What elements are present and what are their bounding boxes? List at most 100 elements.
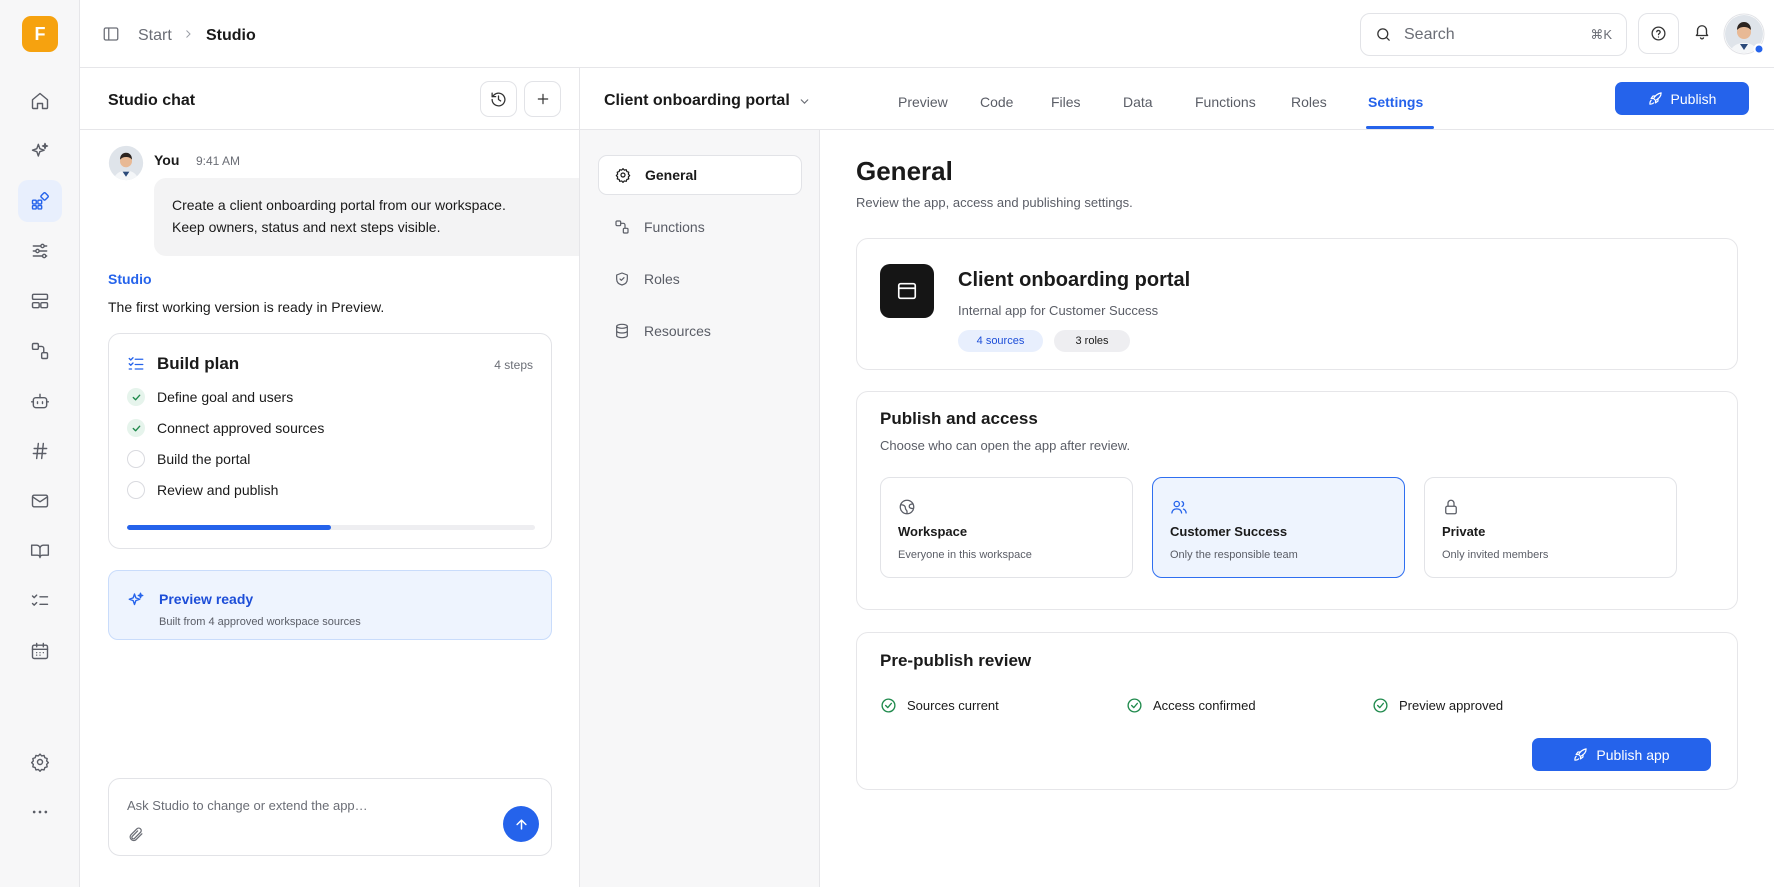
message-author: You (154, 152, 180, 168)
sources-badge[interactable]: 4 sources (958, 330, 1043, 352)
tab-roles[interactable]: Roles (1291, 94, 1327, 110)
access-option-title: Workspace (898, 524, 968, 539)
tab-files[interactable]: Files (1051, 94, 1081, 110)
plan-step: Build the portal (127, 448, 250, 470)
sliders-icon[interactable] (18, 230, 62, 272)
chat-panel: Studio chat You 9:41 AM Create a client … (80, 68, 580, 887)
access-option-title: Private (1442, 524, 1486, 539)
chevron-down-icon[interactable] (798, 95, 811, 108)
hash-icon[interactable] (18, 430, 62, 472)
gear-icon[interactable] (18, 741, 62, 783)
assistant-author: Studio (108, 271, 152, 287)
plan-progress-fill (127, 525, 331, 530)
access-option-subtitle: Everyone in this workspace (898, 549, 1032, 561)
plan-step-label: Build the portal (157, 451, 251, 467)
plan-step-label: Define goal and users (157, 389, 294, 405)
paperclip-icon[interactable] (127, 826, 144, 843)
message-time: 9:41 AM (196, 154, 241, 168)
checklist-icon[interactable] (18, 580, 62, 622)
app-description: Internal app for Customer Success (958, 303, 1159, 318)
tab-settings[interactable]: Settings (1368, 94, 1423, 110)
search-placeholder: Search (1404, 25, 1455, 43)
settings-nav-label: General (645, 167, 698, 183)
preview-ready-card[interactable]: Preview ready Built from 4 approved work… (108, 570, 552, 640)
pre-publish-review-card: Pre-publish review Sources current Acces… (856, 632, 1738, 790)
check-icon (127, 419, 145, 437)
preview-ready-title: Preview ready (159, 591, 254, 607)
home-icon[interactable] (18, 80, 62, 122)
user-avatar[interactable] (1723, 13, 1765, 55)
access-option-title: Customer Success (1170, 524, 1288, 539)
plan-step: Connect approved sources (127, 417, 324, 439)
app-switcher[interactable]: Client onboarding portal (604, 92, 790, 110)
roles-badge[interactable]: 3 roles (1054, 330, 1130, 352)
arrow-up-icon (515, 818, 527, 830)
access-option-private[interactable]: Private Only invited members (1424, 477, 1677, 578)
check-circle-icon (1126, 697, 1143, 714)
review-check-label: Access confirmed (1153, 698, 1256, 713)
plan-progress-bar (127, 525, 535, 530)
build-plan-count: 4 steps (494, 358, 533, 372)
composer-input[interactable]: Ask Studio to change or extend the app… (127, 798, 368, 813)
book-icon[interactable] (18, 530, 62, 572)
preview-ready-subtitle: Built from 4 approved workspace sources (159, 616, 361, 628)
globe-icon (898, 498, 916, 516)
sparkles-icon[interactable] (18, 130, 62, 172)
section-subtitle: Choose who can open the app after review… (880, 438, 1131, 453)
tab-data[interactable]: Data (1123, 94, 1153, 110)
build-plan-title: Build plan (157, 354, 240, 373)
apps-icon[interactable] (18, 180, 62, 222)
app-logo[interactable]: F (22, 16, 58, 52)
help-icon (1651, 26, 1666, 41)
checklist-icon (127, 354, 145, 372)
build-plan-card: Build plan 4 steps Define goal and users… (108, 333, 552, 549)
publish-app-button[interactable]: Publish app (1532, 738, 1711, 771)
history-button[interactable] (480, 81, 517, 117)
search-shortcut: ⌘K (1590, 26, 1612, 42)
new-chat-button[interactable] (524, 81, 561, 117)
sidebar-toggle-icon[interactable] (102, 25, 120, 43)
lock-icon (1442, 498, 1460, 516)
layout-icon[interactable] (18, 280, 62, 322)
publish-button[interactable]: Publish (1615, 82, 1749, 115)
pending-circle-icon (127, 481, 145, 499)
sparkles-icon (127, 591, 145, 609)
bot-icon[interactable] (18, 380, 62, 422)
publish-app-label: Publish app (1596, 746, 1670, 763)
more-icon[interactable] (18, 791, 62, 833)
mail-icon[interactable] (18, 480, 62, 522)
settings-nav-general[interactable]: General (598, 155, 802, 195)
settings-nav-roles[interactable]: Roles (598, 259, 802, 299)
access-option-subtitle: Only invited members (1442, 549, 1549, 561)
message-line: Keep owners, status and next steps visib… (172, 219, 441, 235)
search-input[interactable]: Search ⌘K (1360, 13, 1627, 56)
settings-nav-functions[interactable]: Functions (598, 207, 802, 247)
tab-preview[interactable]: Preview (898, 94, 948, 110)
access-option-workspace[interactable]: Workspace Everyone in this workspace (880, 477, 1133, 578)
breadcrumb-start[interactable]: Start (138, 27, 172, 45)
access-option-subtitle: Only the responsible team (1170, 549, 1298, 561)
message-avatar (108, 145, 144, 181)
workflow-icon (615, 220, 629, 234)
page-title: General (856, 156, 953, 186)
top-bar: Start Studio Search ⌘K (80, 0, 1774, 68)
rocket-icon (1574, 748, 1588, 761)
chat-composer[interactable]: Ask Studio to change or extend the app… (108, 778, 552, 856)
settings-nav-resources[interactable]: Resources (598, 311, 802, 351)
tab-code[interactable]: Code (980, 94, 1013, 110)
send-button[interactable] (503, 806, 539, 842)
plan-step: Define goal and users (127, 386, 293, 408)
tab-functions[interactable]: Functions (1195, 94, 1256, 110)
plan-step-label: Connect approved sources (157, 420, 325, 436)
calendar-icon[interactable] (18, 630, 62, 672)
app-rail: F (0, 0, 80, 887)
rocket-icon (1648, 92, 1662, 105)
publish-label: Publish (1670, 90, 1717, 107)
bell-icon[interactable] (1693, 22, 1711, 40)
help-button[interactable] (1638, 13, 1679, 54)
workflow-icon[interactable] (18, 330, 62, 372)
access-option-customer-success[interactable]: Customer Success Only the responsible te… (1152, 477, 1405, 578)
check-circle-icon (880, 697, 897, 714)
pending-circle-icon (127, 450, 145, 468)
database-icon (616, 323, 628, 339)
